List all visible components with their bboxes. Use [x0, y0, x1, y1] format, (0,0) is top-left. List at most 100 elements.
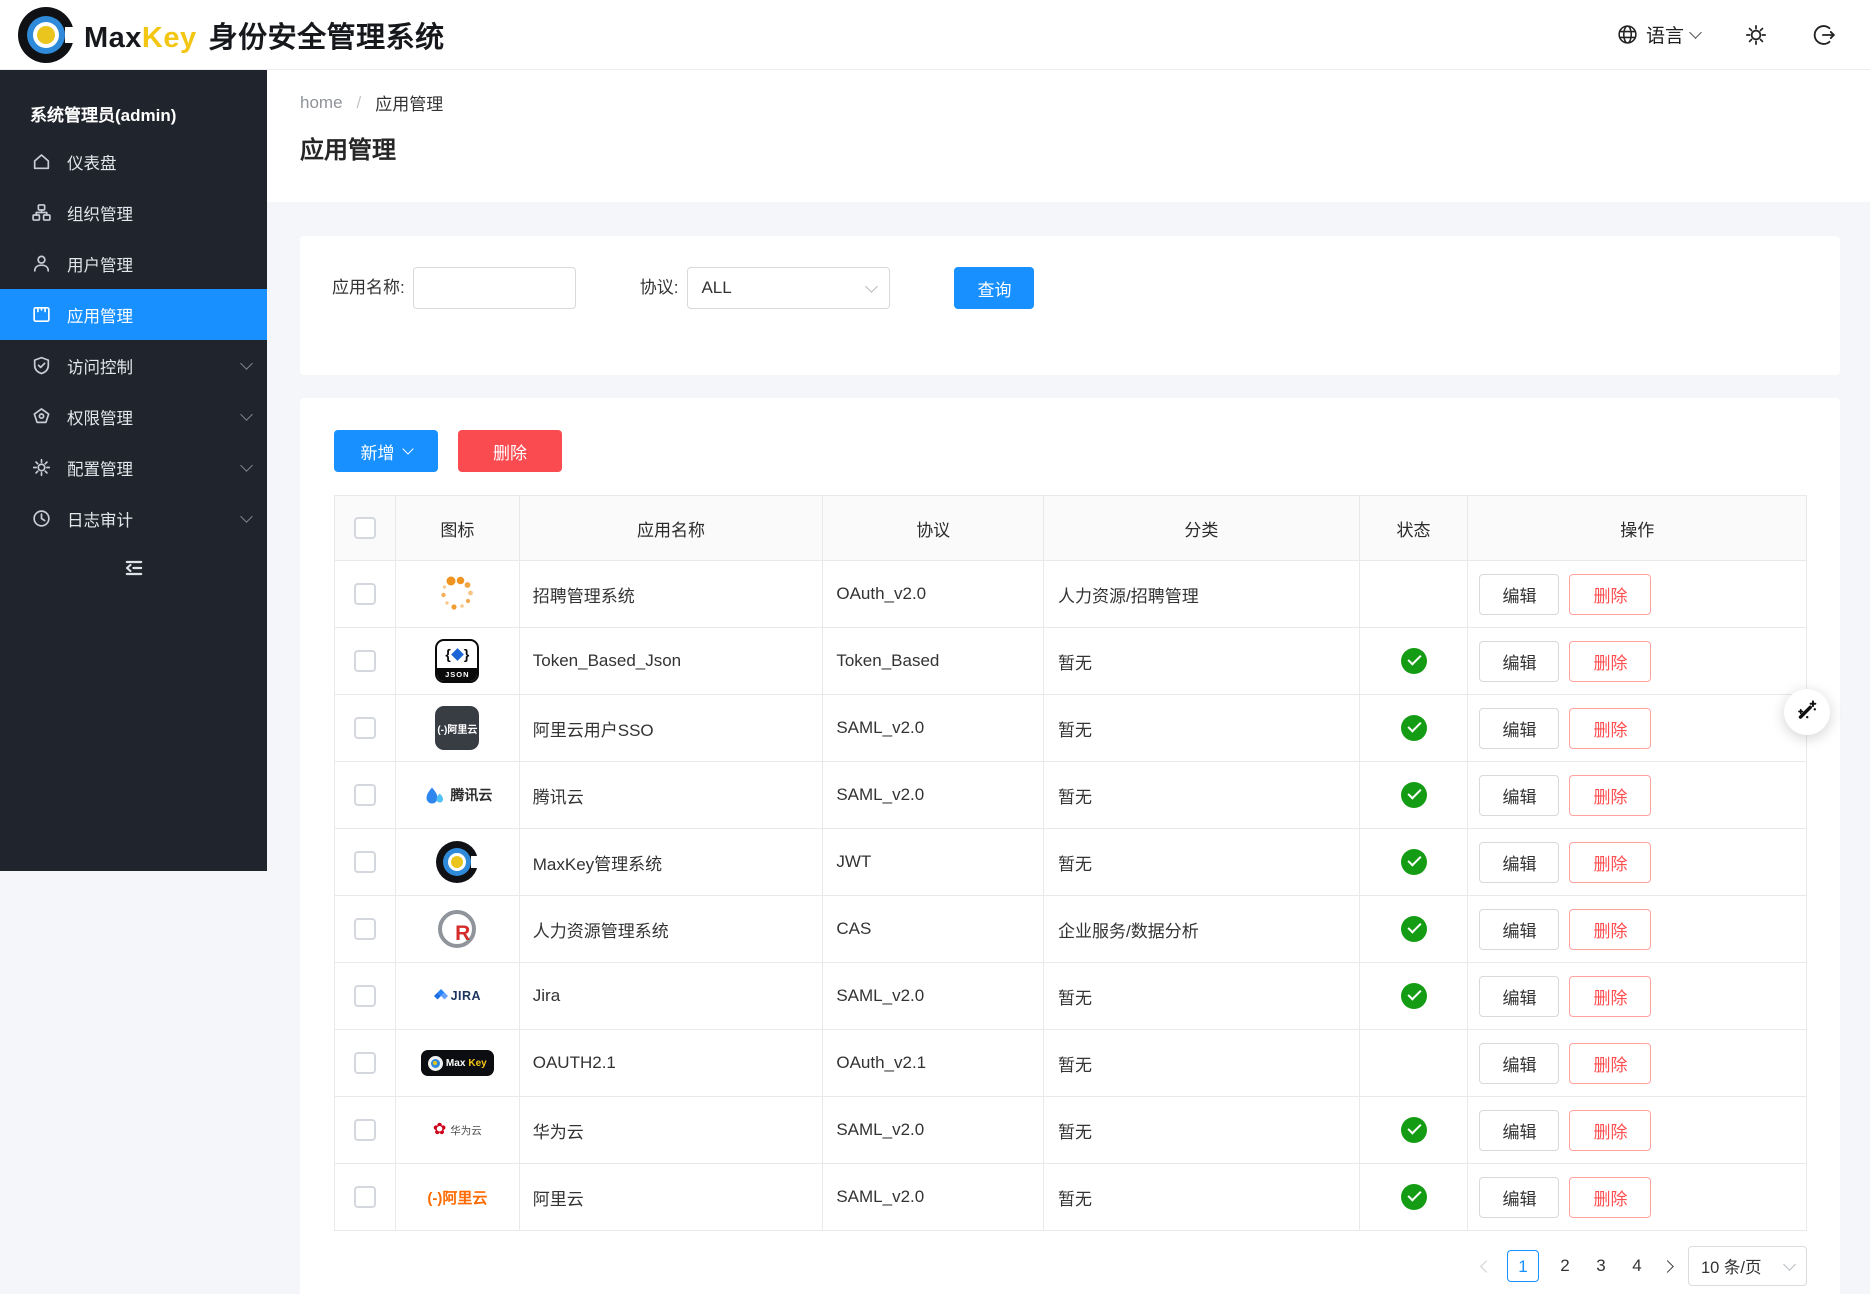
app-protocol-cell: SAML_v2.0	[823, 963, 1044, 1029]
app-category-cell: 暂无	[1044, 628, 1360, 694]
tencent-cloud-icon: 腾讯云	[422, 784, 492, 806]
sidebar-item-config[interactable]: 配置管理	[0, 442, 267, 493]
edit-button[interactable]: 编辑	[1479, 842, 1559, 883]
edit-button[interactable]: 编辑	[1479, 708, 1559, 749]
row-checkbox[interactable]	[354, 985, 376, 1007]
top-bar: MaxKey身份安全管理系统 语言	[0, 0, 1870, 70]
delete-row-button[interactable]: 删除	[1569, 909, 1651, 950]
app-protocol-cell: SAML_v2.0	[823, 695, 1044, 761]
page-number-3[interactable]: 3	[1591, 1256, 1611, 1276]
row-checkbox[interactable]	[354, 583, 376, 605]
user-icon	[30, 253, 52, 275]
app-protocol-cell: SAML_v2.0	[823, 1097, 1044, 1163]
sidebar-item-org[interactable]: 组织管理	[0, 187, 267, 238]
delete-row-button[interactable]: 删除	[1569, 1110, 1651, 1151]
protocol-select-value: ALL	[701, 278, 731, 298]
app-name-input[interactable]	[413, 267, 576, 309]
app-name-label: 应用名称:	[332, 267, 405, 309]
row-checkbox[interactable]	[354, 918, 376, 940]
delete-row-button[interactable]: 删除	[1569, 1177, 1651, 1218]
edit-button[interactable]: 编辑	[1479, 574, 1559, 615]
table-row: MaxKey OAUTH2.1 OAuth_v2.1 暂无 编辑 删除	[335, 1030, 1806, 1097]
status-ok-icon	[1401, 1184, 1427, 1210]
search-button[interactable]: 查询	[954, 267, 1034, 309]
chevron-down-icon	[240, 408, 253, 421]
gear-icon	[30, 457, 52, 479]
jira-logo-icon: JIRA	[434, 989, 481, 1003]
delete-row-button[interactable]: 删除	[1569, 775, 1651, 816]
logout-icon[interactable]	[1812, 23, 1836, 47]
table-row: MaxKey管理系统 JWT 暂无 编辑 删除	[335, 829, 1806, 896]
bulk-delete-button[interactable]: 删除	[458, 430, 562, 472]
edit-button[interactable]: 编辑	[1479, 909, 1559, 950]
delete-row-button[interactable]: 删除	[1569, 1043, 1651, 1084]
gear-icon[interactable]	[1744, 23, 1768, 47]
page-number-2[interactable]: 2	[1555, 1256, 1575, 1276]
delete-row-button[interactable]: 删除	[1569, 708, 1651, 749]
edit-button[interactable]: 编辑	[1479, 976, 1559, 1017]
delete-row-button[interactable]: 删除	[1569, 641, 1651, 682]
protocol-select[interactable]: ALL	[687, 267, 890, 309]
app-name-cell: 华为云	[520, 1097, 824, 1163]
magic-wand-floating-button[interactable]	[1784, 689, 1830, 735]
breadcrumb-home[interactable]: home	[300, 93, 343, 113]
page-number-1[interactable]: 1	[1507, 1250, 1539, 1282]
sidebar-item-apps[interactable]: 应用管理	[0, 289, 267, 340]
language-switcher[interactable]: 语言	[1616, 21, 1700, 48]
delete-row-button[interactable]: 删除	[1569, 976, 1651, 1017]
app-category-cell: 企业服务/数据分析	[1044, 896, 1360, 962]
sidebar-collapse-button[interactable]	[0, 556, 267, 585]
table-row: ✿华为云 华为云 SAML_v2.0 暂无 编辑 删除	[335, 1097, 1806, 1164]
app-category-cell: 暂无	[1044, 963, 1360, 1029]
row-checkbox[interactable]	[354, 717, 376, 739]
language-label: 语言	[1646, 21, 1684, 48]
edit-button[interactable]: 编辑	[1479, 1110, 1559, 1151]
row-checkbox[interactable]	[354, 784, 376, 806]
prev-page-button[interactable]	[1482, 1262, 1491, 1271]
maxkey-logo-icon	[436, 841, 478, 883]
apps-table: 图标 应用名称 协议 分类 状态 操作 招聘管理系统 OAuth_v2.0 人力…	[334, 495, 1807, 1231]
page-size-value: 10 条/页	[1701, 1254, 1762, 1278]
app-protocol-cell: SAML_v2.0	[823, 762, 1044, 828]
next-page-button[interactable]	[1663, 1262, 1672, 1271]
delete-row-button[interactable]: 删除	[1569, 574, 1651, 615]
app-icon	[30, 304, 52, 326]
select-all-checkbox[interactable]	[354, 517, 376, 539]
protocol-label: 协议:	[640, 267, 679, 309]
sidebar-item-perms[interactable]: 权限管理	[0, 391, 267, 442]
edit-button[interactable]: 编辑	[1479, 775, 1559, 816]
sidebar-item-users[interactable]: 用户管理	[0, 238, 267, 289]
shield-icon	[30, 355, 52, 377]
page-size-select[interactable]: 10 条/页	[1688, 1246, 1807, 1286]
sidebar-nav: 仪表盘 组织管理 用户管理 应用管理 访问控制 权限管理 配置管理 日志审计	[0, 136, 267, 544]
chevron-down-icon	[402, 443, 413, 454]
status-ok-icon	[1401, 849, 1427, 875]
brand-title: MaxKey身份安全管理系统	[84, 14, 445, 56]
table-row: 招聘管理系统 OAuth_v2.0 人力资源/招聘管理 编辑 删除	[335, 561, 1806, 628]
sidebar-item-dashboard[interactable]: 仪表盘	[0, 136, 267, 187]
row-checkbox[interactable]	[354, 650, 376, 672]
edit-button[interactable]: 编辑	[1479, 1043, 1559, 1084]
brand: MaxKey身份安全管理系统	[18, 7, 445, 63]
row-checkbox[interactable]	[354, 851, 376, 873]
col-header-name: 应用名称	[520, 496, 824, 560]
sidebar-item-access[interactable]: 访问控制	[0, 340, 267, 391]
pagination: 1234 10 条/页	[334, 1246, 1807, 1286]
table-toolbar: 新增 删除	[334, 430, 1807, 472]
clock-icon	[30, 508, 52, 530]
main-content: home / 应用管理 应用管理 应用名称: 协议: ALL 查询	[267, 70, 1870, 1294]
edit-button[interactable]: 编辑	[1479, 1177, 1559, 1218]
row-checkbox[interactable]	[354, 1119, 376, 1141]
row-checkbox[interactable]	[354, 1052, 376, 1074]
page-number-4[interactable]: 4	[1627, 1256, 1647, 1276]
status-ok-icon	[1401, 648, 1427, 674]
delete-row-button[interactable]: 删除	[1569, 842, 1651, 883]
app-category-cell: 暂无	[1044, 829, 1360, 895]
sidebar-item-audit[interactable]: 日志审计	[0, 493, 267, 544]
edit-button[interactable]: 编辑	[1479, 641, 1559, 682]
col-header-protocol: 协议	[823, 496, 1044, 560]
maxkey-admin-app: MaxKey身份安全管理系统 语言	[0, 0, 1870, 1294]
app-name-cell: 人力资源管理系统	[520, 896, 824, 962]
add-button[interactable]: 新增	[334, 430, 438, 472]
row-checkbox[interactable]	[354, 1186, 376, 1208]
